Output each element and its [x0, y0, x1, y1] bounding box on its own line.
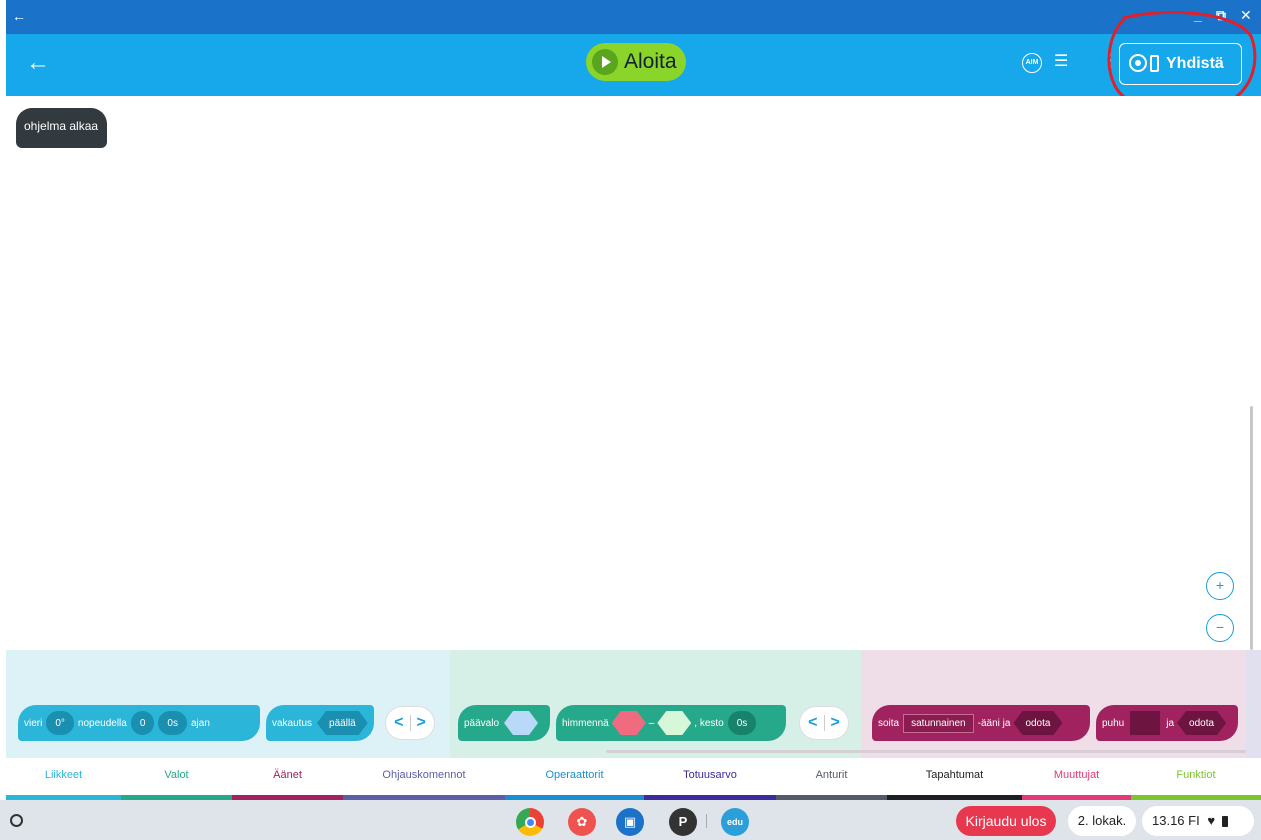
edu-icon[interactable]: edu: [721, 808, 749, 836]
sound-wait-select[interactable]: odota: [1013, 711, 1062, 735]
play-icon: [592, 49, 618, 75]
tab-operaattorit[interactable]: Operaattorit: [505, 758, 644, 800]
wifi-icon: ♥: [1207, 813, 1216, 828]
palette-control-section: [1246, 650, 1261, 758]
speak-block[interactable]: puhu ja odota: [1096, 705, 1238, 741]
program-canvas[interactable]: ohjelma alkaa + −: [6, 96, 1261, 650]
tab-label: Operaattorit: [545, 769, 604, 781]
clock-label: 13.16 FI: [1152, 813, 1200, 828]
speed-label: nopeudella: [77, 717, 127, 729]
tab-label: Valot: [164, 769, 189, 781]
robot-device-icon: [1129, 54, 1159, 74]
stabilization-select[interactable]: päällä: [317, 711, 368, 735]
speak-text-input[interactable]: [1130, 711, 1161, 735]
speak-wait-select[interactable]: odota: [1177, 711, 1226, 735]
roll-label: vieri: [24, 717, 43, 729]
tab-label: Anturit: [815, 769, 848, 781]
fade-duration-input[interactable]: 0s: [727, 711, 757, 735]
block-palette: vieri 0° nopeudella 0 0s ajan vakautus p…: [6, 650, 1261, 758]
tab-tapahtumat[interactable]: Tapahtumat: [887, 758, 1022, 800]
fade-label: himmennä: [562, 717, 609, 729]
battery-icon: [1221, 816, 1228, 828]
play-sound-block[interactable]: soita satunnainen -ääni ja odota: [872, 705, 1090, 741]
app-header: ← Aloita AIM ☰ ⋮ Yhdistä: [6, 34, 1261, 96]
window-titlebar: ← _ ⧉ ✕: [6, 0, 1261, 34]
tab-funktiot[interactable]: Funktiot: [1131, 758, 1261, 800]
main-led-label: päävalo: [464, 717, 500, 729]
tab-label: Äänet: [273, 769, 302, 781]
profile-icon[interactable]: P: [669, 808, 697, 836]
tab-aanet[interactable]: Äänet: [232, 758, 343, 800]
tab-valot[interactable]: Valot: [121, 758, 232, 800]
tab-ohjauskomennot[interactable]: Ohjauskomennot: [343, 758, 505, 800]
heading-input[interactable]: 0°: [46, 711, 74, 735]
palette-motion-section: [6, 650, 450, 758]
tab-label: Funktiot: [1176, 769, 1216, 781]
minimize-icon[interactable]: _: [1194, 7, 1202, 23]
palette-nav-motion[interactable]: < >: [386, 707, 434, 739]
palette-scrollbar[interactable]: [606, 750, 1246, 753]
back-arrow-icon[interactable]: ←: [26, 49, 50, 77]
tab-label: Muuttujat: [1053, 769, 1100, 781]
restore-icon[interactable]: ⧉: [1216, 7, 1226, 24]
fade-to-color[interactable]: [657, 711, 691, 735]
start-program-button[interactable]: Aloita: [586, 43, 686, 81]
play-sound-label: soita: [878, 717, 900, 729]
palette-sounds-section: [861, 650, 1246, 758]
slides-icon[interactable]: ▣: [616, 808, 644, 836]
date-chip[interactable]: 2. lokak.: [1068, 806, 1136, 836]
sound-select[interactable]: satunnainen: [903, 713, 974, 733]
tab-anturit[interactable]: Anturit: [776, 758, 887, 800]
close-icon[interactable]: ✕: [1240, 7, 1252, 24]
zoom-out-button[interactable]: −: [1206, 614, 1234, 642]
main-led-color[interactable]: [504, 711, 538, 735]
tab-label: Tapahtumat: [925, 769, 984, 781]
os-shelf: ✿ ▣ P edu Kirjaudu ulos 2. lokak. 13.16 …: [0, 800, 1261, 840]
connect-robot-button[interactable]: Yhdistä: [1119, 43, 1242, 85]
main-led-block[interactable]: päävalo: [458, 705, 550, 741]
palette-lights-section: [450, 650, 861, 758]
stabilization-block[interactable]: vakautus päällä: [266, 705, 374, 741]
shelf-divider: [706, 814, 707, 828]
start-label: Aloita: [624, 50, 677, 73]
window-back-icon[interactable]: ←: [12, 8, 26, 24]
roll-block[interactable]: vieri 0° nopeudella 0 0s ajan: [18, 705, 260, 741]
fade-duration-label: , kesto: [694, 717, 724, 729]
category-tabs: Liikkeet Valot Äänet Ohjauskomennot Oper…: [6, 758, 1261, 800]
tab-label: Ohjauskomennot: [382, 769, 466, 781]
speed-input[interactable]: 0: [130, 711, 155, 735]
speak-label: puhu: [1102, 717, 1125, 729]
chevron-left-icon[interactable]: <: [394, 714, 403, 732]
canvas-scrollbar[interactable]: [1250, 406, 1253, 650]
sound-suffix-label: -ääni ja: [977, 717, 1011, 729]
chevron-left-icon[interactable]: <: [808, 714, 817, 732]
chrome-icon[interactable]: [516, 808, 544, 836]
paint-icon[interactable]: ✿: [568, 808, 596, 836]
aim-icon[interactable]: AIM: [1022, 53, 1042, 73]
stabilization-label: vakautus: [272, 717, 313, 729]
launcher-icon[interactable]: [10, 814, 23, 827]
speak-and-label: ja: [1166, 717, 1175, 729]
status-area[interactable]: 13.16 FI ♥: [1142, 806, 1254, 836]
connect-label: Yhdistä: [1166, 55, 1224, 72]
program-start-block[interactable]: ohjelma alkaa: [16, 108, 107, 148]
more-menu-icon[interactable]: ⋮: [1101, 50, 1119, 71]
fade-separator: –: [648, 717, 655, 729]
chevron-right-icon[interactable]: >: [417, 714, 426, 732]
chevron-right-icon[interactable]: >: [831, 714, 840, 732]
fade-block[interactable]: himmennä – , kesto 0s: [556, 705, 786, 741]
fade-from-color[interactable]: [612, 711, 646, 735]
list-icon[interactable]: ☰: [1054, 51, 1068, 71]
app-window: ← _ ⧉ ✕ ← Aloita AIM ☰ ⋮ Yhdistä ohjelma…: [6, 0, 1261, 840]
tab-muuttujat[interactable]: Muuttujat: [1022, 758, 1131, 800]
logout-button[interactable]: Kirjaudu ulos: [956, 806, 1056, 836]
tab-label: Totuusarvo: [683, 769, 737, 781]
zoom-in-button[interactable]: +: [1206, 572, 1234, 600]
palette-nav-lights[interactable]: < >: [800, 707, 848, 739]
tab-totuusarvo[interactable]: Totuusarvo: [644, 758, 776, 800]
tab-label: Liikkeet: [44, 769, 83, 781]
duration-input[interactable]: 0s: [158, 711, 187, 735]
time-label: ajan: [190, 717, 210, 729]
tab-liikkeet[interactable]: Liikkeet: [6, 758, 121, 800]
